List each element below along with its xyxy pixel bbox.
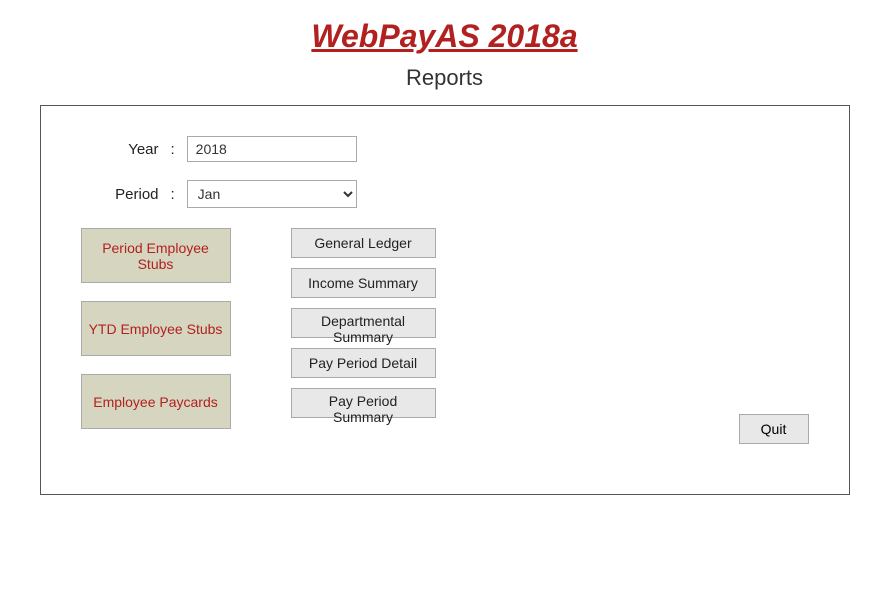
quit-button[interactable]: Quit <box>739 414 809 444</box>
buttons-area: Period Employee Stubs YTD Employee Stubs… <box>81 228 809 429</box>
page-subtitle: Reports <box>406 65 483 91</box>
left-buttons: Period Employee Stubs YTD Employee Stubs… <box>81 228 231 429</box>
income-summary-button[interactable]: Income Summary <box>291 268 436 298</box>
period-employee-stubs-button[interactable]: Period Employee Stubs <box>81 228 231 283</box>
pay-period-detail-button[interactable]: Pay Period Detail <box>291 348 436 378</box>
pay-period-summary-button[interactable]: Pay Period Summary <box>291 388 436 418</box>
right-buttons: General Ledger Income Summary Department… <box>291 228 436 429</box>
period-select[interactable]: JanFebMarAprMayJunJulAugSepOctNovDec <box>187 180 357 208</box>
employee-paycards-button[interactable]: Employee Paycards <box>81 374 231 429</box>
period-colon: : <box>171 186 175 203</box>
ytd-employee-stubs-button[interactable]: YTD Employee Stubs <box>81 301 231 356</box>
departmental-summary-button[interactable]: Departmental Summary <box>291 308 436 338</box>
period-row: Period : JanFebMarAprMayJunJulAugSepOctN… <box>81 180 809 208</box>
year-row: Year : <box>81 136 809 162</box>
year-input[interactable] <box>187 136 357 162</box>
main-container: Year : Period : JanFebMarAprMayJunJulAug… <box>40 105 850 495</box>
year-colon: : <box>171 141 175 158</box>
year-label: Year <box>81 141 171 158</box>
period-label: Period <box>81 186 171 203</box>
page-title: WebPayAS 2018a <box>311 18 577 55</box>
general-ledger-button[interactable]: General Ledger <box>291 228 436 258</box>
